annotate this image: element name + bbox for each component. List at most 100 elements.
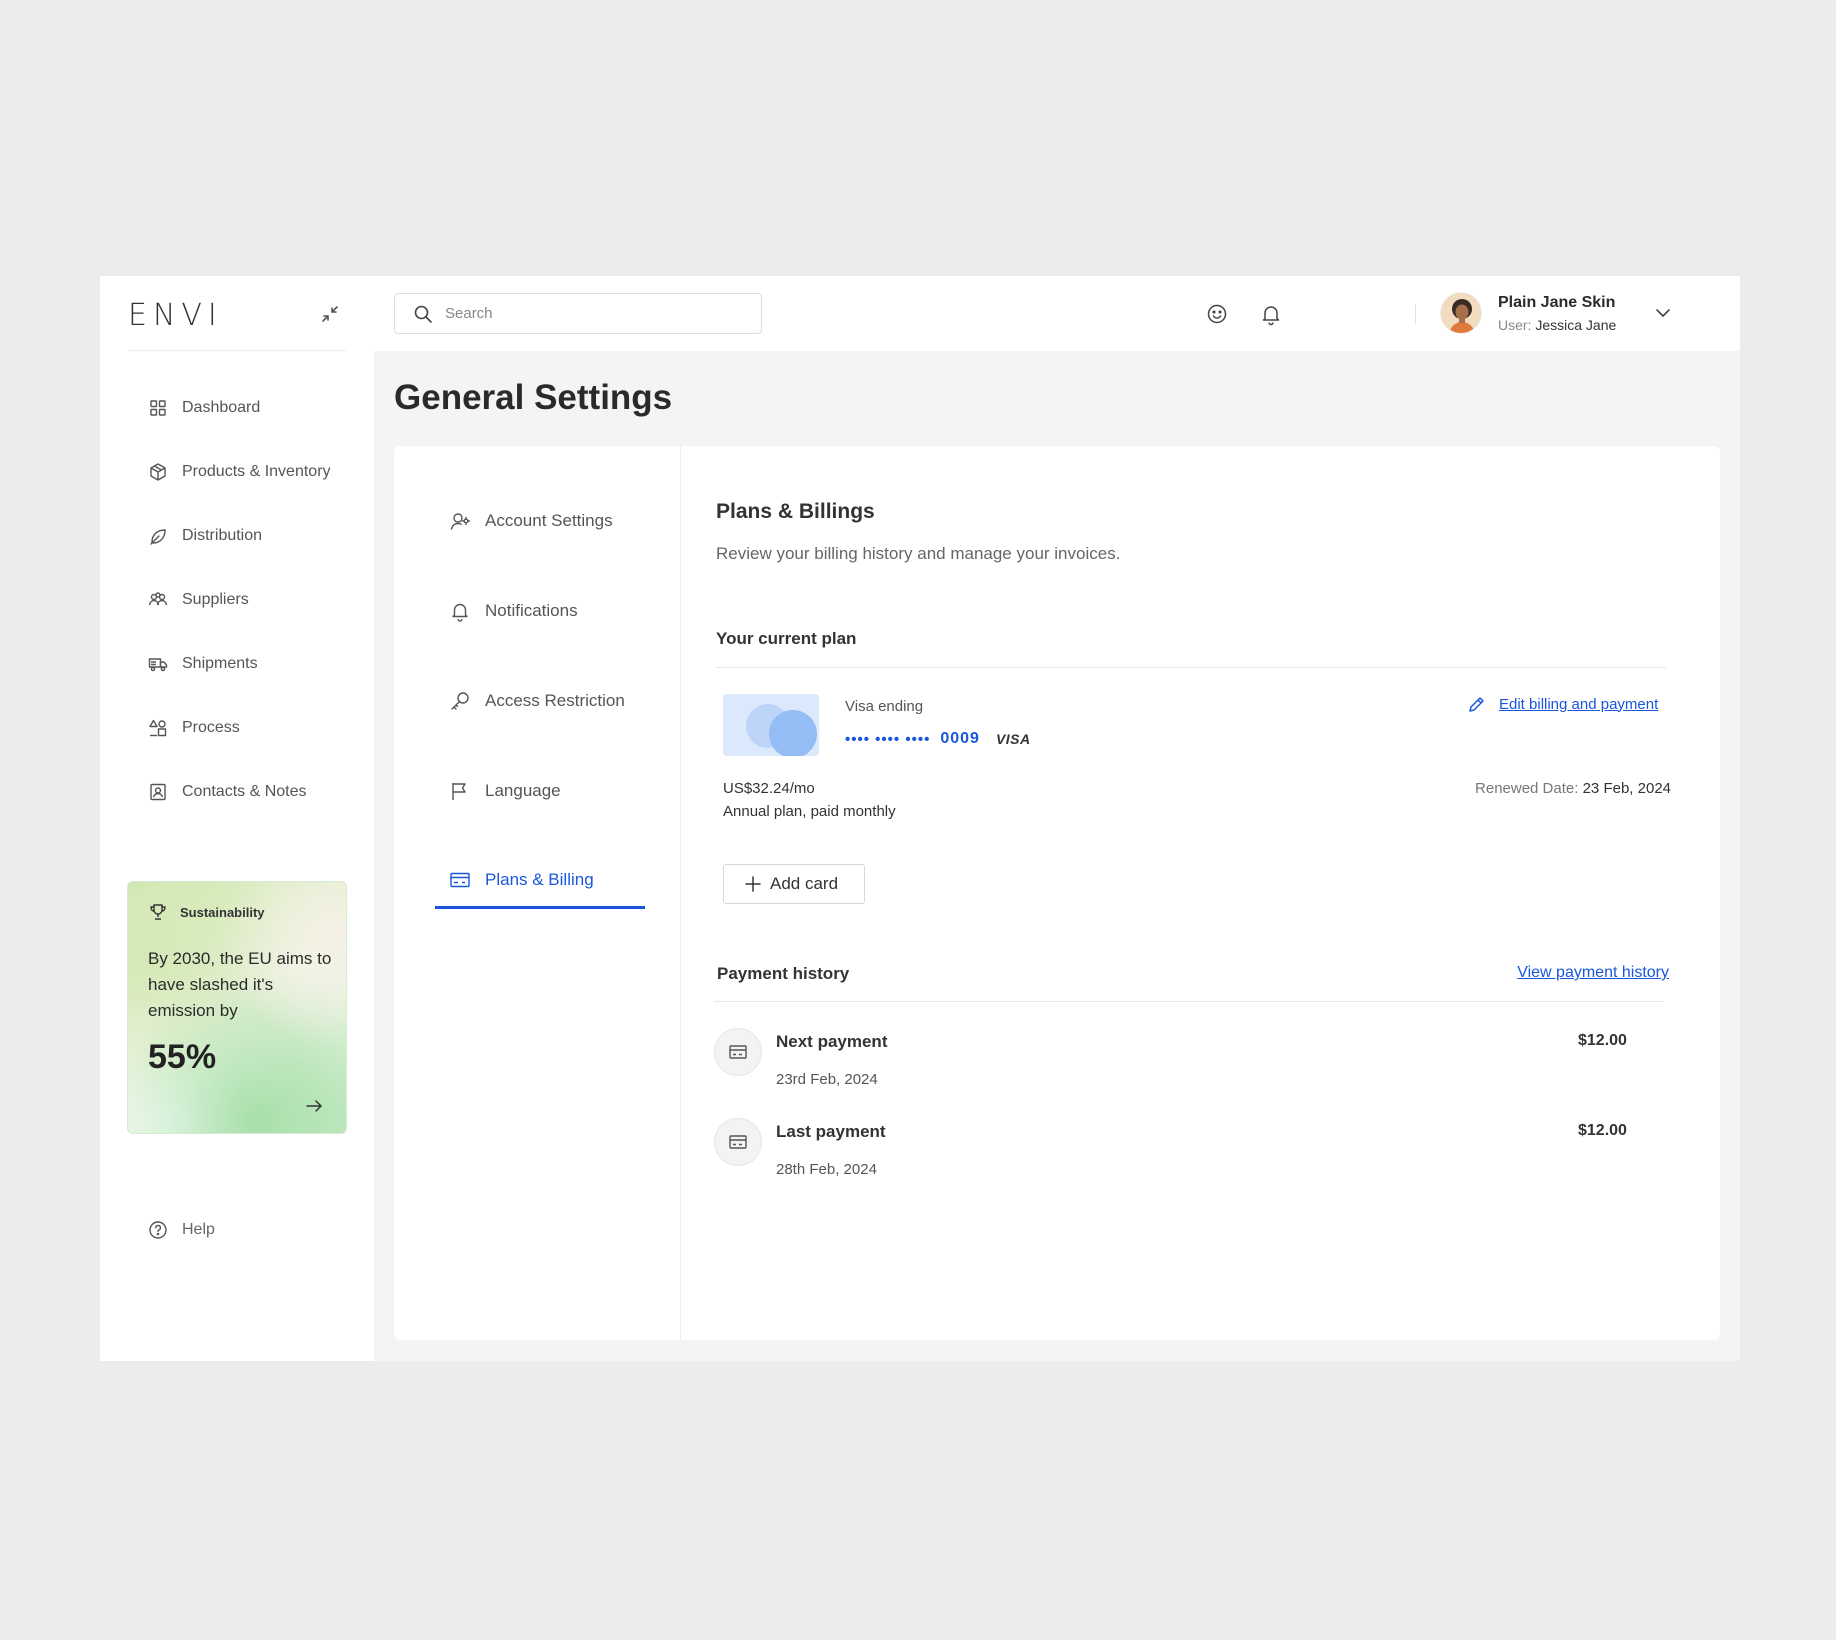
settings-card: Account Settings Notifications Access Re…: [394, 446, 1720, 1340]
payment-amount: $12.00: [1578, 1122, 1627, 1139]
card-label: Visa ending: [845, 698, 924, 715]
card-mask: •••• •••• ••••: [845, 730, 931, 748]
user-role-value: Jessica Jane: [1535, 317, 1617, 333]
settings-nav: Account Settings Notifications Access Re…: [394, 446, 681, 1340]
card-last4: 0009: [940, 730, 980, 747]
bell-icon: [449, 600, 471, 622]
sidebar-item-label: Shipments: [182, 655, 258, 672]
trophy-icon: [148, 902, 168, 922]
sidebar-item-label: Dashboard: [182, 399, 261, 416]
tab-notifications[interactable]: Notifications: [435, 583, 645, 639]
tab-language[interactable]: Language: [435, 763, 645, 819]
sidebar-item-label: Products & Inventory: [182, 463, 331, 480]
topbar-divider: [1415, 304, 1416, 324]
sustainability-card: Sustainability By 2030, the EU aims to h…: [127, 881, 347, 1134]
bell-icon[interactable]: [1259, 302, 1283, 326]
current-plan-heading: Your current plan: [716, 629, 857, 648]
user-role-label: User:: [1498, 317, 1532, 333]
user-name: Plain Jane Skin: [1498, 294, 1616, 311]
tab-account-settings[interactable]: Account Settings: [435, 493, 645, 549]
tab-label: Notifications: [485, 601, 578, 620]
help-link[interactable]: Help: [148, 1220, 215, 1240]
edit-billing-label: Edit billing and payment: [1499, 695, 1659, 713]
tab-label: Account Settings: [485, 511, 613, 530]
smiley-icon[interactable]: [1205, 302, 1229, 326]
sidebar-item-contacts[interactable]: Contacts & Notes: [128, 760, 346, 824]
sidebar-item-label: Suppliers: [182, 591, 249, 608]
search-box: [394, 293, 762, 334]
section-subtitle: Review your billing history and manage y…: [716, 544, 1121, 563]
contact-icon: [148, 782, 168, 802]
add-card-label: Add card: [770, 874, 839, 893]
sidebar-item-process[interactable]: Process: [128, 696, 346, 760]
view-payment-history-link[interactable]: View payment history: [1517, 964, 1669, 982]
payment-title: Last payment: [776, 1122, 886, 1141]
renewed-value: 23 Feb, 2024: [1582, 780, 1671, 797]
promo-header: Sustainability: [148, 902, 265, 922]
help-label: Help: [182, 1221, 215, 1238]
sidebar-item-label: Process: [182, 719, 240, 736]
tab-access-restriction[interactable]: Access Restriction: [435, 673, 645, 729]
topbar: Plain Jane Skin User: Jessica Jane: [374, 276, 1740, 351]
payment-date: 23rd Feb, 2024: [776, 1071, 878, 1088]
grid-icon: [148, 398, 168, 418]
payment-title: Next payment: [776, 1032, 888, 1051]
leaf-icon: [148, 526, 168, 546]
add-card-button[interactable]: Add card: [723, 864, 865, 904]
payment-history-heading: Payment history: [717, 964, 850, 983]
flag-icon: [449, 780, 471, 802]
user-gear-icon: [449, 510, 471, 532]
tab-plans-billing[interactable]: Plans & Billing: [435, 853, 645, 909]
sidebar-divider: [128, 350, 346, 351]
plan-price: US$32.24/mo: [723, 780, 815, 797]
promo-title: Sustainability: [180, 904, 265, 920]
sidebar-item-label: Distribution: [182, 527, 263, 544]
payment-row: Next payment 23rd Feb, 2024 $12.00: [714, 1028, 1664, 1098]
users-icon: [148, 590, 168, 610]
tab-label: Access Restriction: [485, 691, 625, 710]
credit-card-icon: [449, 869, 471, 891]
user-role: User: Jessica Jane: [1498, 317, 1616, 333]
sidebar-item-shipments[interactable]: Shipments: [128, 632, 346, 696]
shapes-icon: [148, 718, 168, 738]
billing-content: Plans & Billings Review your billing his…: [681, 446, 1720, 1340]
sidebar-item-dashboard[interactable]: Dashboard: [128, 376, 346, 440]
payment-amount: $12.00: [1578, 1032, 1627, 1049]
divider: [716, 667, 1666, 668]
help-icon: [148, 1220, 168, 1240]
chevron-down-icon[interactable]: [1652, 302, 1674, 324]
avatar[interactable]: [1440, 292, 1482, 334]
renewed-label: Renewed Date:: [1475, 780, 1579, 797]
credit-card-icon: [714, 1028, 762, 1076]
payment-date: 28th Feb, 2024: [776, 1161, 877, 1178]
app-window: ENVI Dashboard Products & Inventory Dist…: [100, 276, 1740, 1361]
sidebar-nav: Dashboard Products & Inventory Distribut…: [128, 376, 346, 824]
box-icon: [148, 462, 168, 482]
truck-icon: [148, 654, 168, 674]
payment-row: Last payment 28th Feb, 2024 $12.00: [714, 1118, 1664, 1188]
search-input[interactable]: [445, 305, 725, 322]
section-title: Plans & Billings: [716, 500, 875, 523]
sidebar-item-products[interactable]: Products & Inventory: [128, 440, 346, 504]
plan-description: Annual plan, paid monthly: [723, 803, 896, 820]
search-icon: [413, 304, 433, 324]
sidebar-item-suppliers[interactable]: Suppliers: [128, 568, 346, 632]
credit-card-icon: [714, 1118, 762, 1166]
renewed-date: Renewed Date: 23 Feb, 2024: [1475, 780, 1671, 797]
visa-logo: VISA: [995, 731, 1031, 747]
page-title: General Settings: [394, 378, 673, 417]
sidebar-item-label: Contacts & Notes: [182, 783, 307, 800]
edit-billing-link[interactable]: Edit billing and payment: [1467, 694, 1658, 714]
sidebar-item-distribution[interactable]: Distribution: [128, 504, 346, 568]
card-image: [723, 694, 819, 756]
promo-text: By 2030, the EU aims to have slashed it'…: [148, 949, 332, 1020]
sidebar: ENVI Dashboard Products & Inventory Dist…: [100, 276, 374, 1361]
key-icon: [449, 690, 471, 712]
divider: [714, 1001, 1664, 1002]
tab-label: Language: [485, 781, 561, 800]
logo: ENVI: [128, 298, 223, 333]
collapse-icon[interactable]: [318, 302, 342, 326]
arrow-right-icon[interactable]: [304, 1096, 324, 1116]
pencil-icon: [1467, 694, 1487, 714]
plus-icon: [744, 875, 762, 893]
